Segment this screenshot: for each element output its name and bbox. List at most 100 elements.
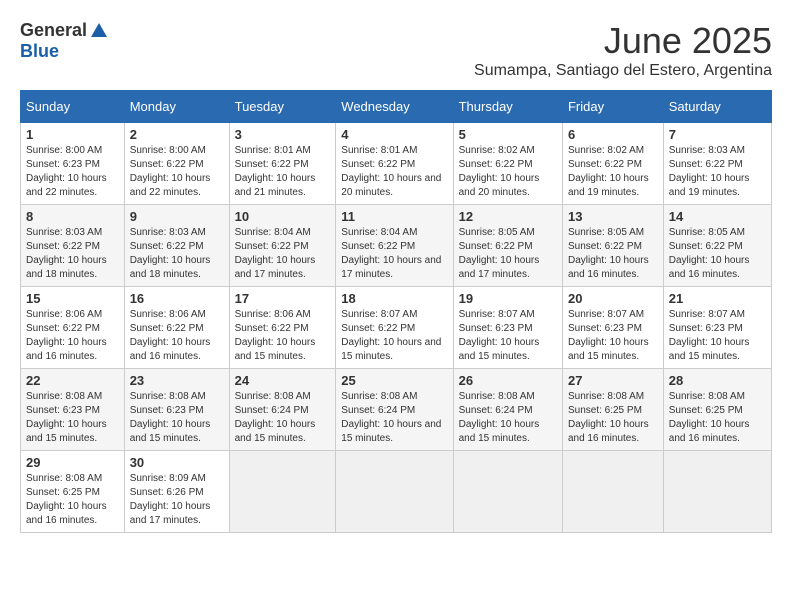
- table-row: 13 Sunrise: 8:05 AM Sunset: 6:22 PM Dayl…: [562, 205, 663, 287]
- day-number: 14: [669, 209, 766, 224]
- day-number: 25: [341, 373, 447, 388]
- day-info: Sunrise: 8:00 AM Sunset: 6:23 PM Dayligh…: [26, 144, 119, 200]
- table-row: 24 Sunrise: 8:08 AM Sunset: 6:24 PM Dayl…: [229, 369, 336, 451]
- table-row: 1 Sunrise: 8:00 AM Sunset: 6:23 PM Dayli…: [21, 123, 125, 205]
- day-info: Sunrise: 8:09 AM Sunset: 6:26 PM Dayligh…: [130, 472, 224, 528]
- day-number: 29: [26, 455, 119, 470]
- table-row: [453, 451, 562, 533]
- table-row: 21 Sunrise: 8:07 AM Sunset: 6:23 PM Dayl…: [663, 287, 771, 369]
- table-row: 7 Sunrise: 8:03 AM Sunset: 6:22 PM Dayli…: [663, 123, 771, 205]
- table-row: 3 Sunrise: 8:01 AM Sunset: 6:22 PM Dayli…: [229, 123, 336, 205]
- table-row: [663, 451, 771, 533]
- table-row: 23 Sunrise: 8:08 AM Sunset: 6:23 PM Dayl…: [124, 369, 229, 451]
- header-sunday: Sunday: [21, 91, 125, 123]
- table-row: 15 Sunrise: 8:06 AM Sunset: 6:22 PM Dayl…: [21, 287, 125, 369]
- table-row: 14 Sunrise: 8:05 AM Sunset: 6:22 PM Dayl…: [663, 205, 771, 287]
- day-number: 23: [130, 373, 224, 388]
- day-number: 26: [459, 373, 557, 388]
- table-row: 11 Sunrise: 8:04 AM Sunset: 6:22 PM Dayl…: [336, 205, 453, 287]
- table-row: [562, 451, 663, 533]
- header: General Blue June 2025 Sumampa, Santiago…: [20, 20, 772, 80]
- table-row: [336, 451, 453, 533]
- day-number: 15: [26, 291, 119, 306]
- header-friday: Friday: [562, 91, 663, 123]
- table-row: [229, 451, 336, 533]
- logo-blue-text: Blue: [20, 41, 59, 62]
- logo: General Blue: [20, 20, 109, 62]
- table-row: 18 Sunrise: 8:07 AM Sunset: 6:22 PM Dayl…: [336, 287, 453, 369]
- day-info: Sunrise: 8:03 AM Sunset: 6:22 PM Dayligh…: [669, 144, 766, 200]
- day-number: 4: [341, 127, 447, 142]
- day-number: 9: [130, 209, 224, 224]
- day-info: Sunrise: 8:08 AM Sunset: 6:23 PM Dayligh…: [26, 390, 119, 446]
- table-row: 29 Sunrise: 8:08 AM Sunset: 6:25 PM Dayl…: [21, 451, 125, 533]
- day-number: 16: [130, 291, 224, 306]
- logo-general-text: General: [20, 20, 87, 41]
- calendar-week-row: 8 Sunrise: 8:03 AM Sunset: 6:22 PM Dayli…: [21, 205, 772, 287]
- day-number: 10: [235, 209, 331, 224]
- header-tuesday: Tuesday: [229, 91, 336, 123]
- table-row: 19 Sunrise: 8:07 AM Sunset: 6:23 PM Dayl…: [453, 287, 562, 369]
- day-info: Sunrise: 8:07 AM Sunset: 6:23 PM Dayligh…: [669, 308, 766, 364]
- day-info: Sunrise: 8:07 AM Sunset: 6:22 PM Dayligh…: [341, 308, 447, 364]
- day-info: Sunrise: 8:08 AM Sunset: 6:25 PM Dayligh…: [669, 390, 766, 446]
- day-info: Sunrise: 8:01 AM Sunset: 6:22 PM Dayligh…: [235, 144, 331, 200]
- table-row: 6 Sunrise: 8:02 AM Sunset: 6:22 PM Dayli…: [562, 123, 663, 205]
- table-row: 12 Sunrise: 8:05 AM Sunset: 6:22 PM Dayl…: [453, 205, 562, 287]
- day-number: 19: [459, 291, 557, 306]
- header-thursday: Thursday: [453, 91, 562, 123]
- header-monday: Monday: [124, 91, 229, 123]
- day-info: Sunrise: 8:00 AM Sunset: 6:22 PM Dayligh…: [130, 144, 224, 200]
- header-wednesday: Wednesday: [336, 91, 453, 123]
- day-number: 20: [568, 291, 658, 306]
- day-info: Sunrise: 8:05 AM Sunset: 6:22 PM Dayligh…: [459, 226, 557, 282]
- day-number: 24: [235, 373, 331, 388]
- table-row: 10 Sunrise: 8:04 AM Sunset: 6:22 PM Dayl…: [229, 205, 336, 287]
- logo-icon: [89, 21, 109, 41]
- table-row: 26 Sunrise: 8:08 AM Sunset: 6:24 PM Dayl…: [453, 369, 562, 451]
- day-info: Sunrise: 8:08 AM Sunset: 6:24 PM Dayligh…: [341, 390, 447, 446]
- day-number: 22: [26, 373, 119, 388]
- table-row: 8 Sunrise: 8:03 AM Sunset: 6:22 PM Dayli…: [21, 205, 125, 287]
- day-number: 17: [235, 291, 331, 306]
- day-info: Sunrise: 8:02 AM Sunset: 6:22 PM Dayligh…: [568, 144, 658, 200]
- day-number: 28: [669, 373, 766, 388]
- day-info: Sunrise: 8:06 AM Sunset: 6:22 PM Dayligh…: [26, 308, 119, 364]
- day-info: Sunrise: 8:06 AM Sunset: 6:22 PM Dayligh…: [235, 308, 331, 364]
- table-row: 27 Sunrise: 8:08 AM Sunset: 6:25 PM Dayl…: [562, 369, 663, 451]
- day-number: 2: [130, 127, 224, 142]
- table-row: 25 Sunrise: 8:08 AM Sunset: 6:24 PM Dayl…: [336, 369, 453, 451]
- day-info: Sunrise: 8:03 AM Sunset: 6:22 PM Dayligh…: [130, 226, 224, 282]
- calendar-week-row: 29 Sunrise: 8:08 AM Sunset: 6:25 PM Dayl…: [21, 451, 772, 533]
- day-info: Sunrise: 8:07 AM Sunset: 6:23 PM Dayligh…: [459, 308, 557, 364]
- day-info: Sunrise: 8:04 AM Sunset: 6:22 PM Dayligh…: [235, 226, 331, 282]
- day-number: 27: [568, 373, 658, 388]
- calendar-week-row: 22 Sunrise: 8:08 AM Sunset: 6:23 PM Dayl…: [21, 369, 772, 451]
- table-row: 22 Sunrise: 8:08 AM Sunset: 6:23 PM Dayl…: [21, 369, 125, 451]
- day-number: 8: [26, 209, 119, 224]
- day-info: Sunrise: 8:08 AM Sunset: 6:24 PM Dayligh…: [235, 390, 331, 446]
- day-number: 12: [459, 209, 557, 224]
- day-info: Sunrise: 8:03 AM Sunset: 6:22 PM Dayligh…: [26, 226, 119, 282]
- table-row: 28 Sunrise: 8:08 AM Sunset: 6:25 PM Dayl…: [663, 369, 771, 451]
- day-info: Sunrise: 8:06 AM Sunset: 6:22 PM Dayligh…: [130, 308, 224, 364]
- day-info: Sunrise: 8:04 AM Sunset: 6:22 PM Dayligh…: [341, 226, 447, 282]
- days-header-row: Sunday Monday Tuesday Wednesday Thursday…: [21, 91, 772, 123]
- day-number: 1: [26, 127, 119, 142]
- day-info: Sunrise: 8:05 AM Sunset: 6:22 PM Dayligh…: [669, 226, 766, 282]
- table-row: 30 Sunrise: 8:09 AM Sunset: 6:26 PM Dayl…: [124, 451, 229, 533]
- day-number: 3: [235, 127, 331, 142]
- day-number: 13: [568, 209, 658, 224]
- table-row: 9 Sunrise: 8:03 AM Sunset: 6:22 PM Dayli…: [124, 205, 229, 287]
- day-number: 7: [669, 127, 766, 142]
- month-title: June 2025: [474, 20, 772, 62]
- day-number: 30: [130, 455, 224, 470]
- table-row: 17 Sunrise: 8:06 AM Sunset: 6:22 PM Dayl…: [229, 287, 336, 369]
- day-number: 11: [341, 209, 447, 224]
- table-row: 5 Sunrise: 8:02 AM Sunset: 6:22 PM Dayli…: [453, 123, 562, 205]
- day-number: 21: [669, 291, 766, 306]
- day-info: Sunrise: 8:07 AM Sunset: 6:23 PM Dayligh…: [568, 308, 658, 364]
- table-row: 20 Sunrise: 8:07 AM Sunset: 6:23 PM Dayl…: [562, 287, 663, 369]
- day-number: 6: [568, 127, 658, 142]
- day-info: Sunrise: 8:08 AM Sunset: 6:23 PM Dayligh…: [130, 390, 224, 446]
